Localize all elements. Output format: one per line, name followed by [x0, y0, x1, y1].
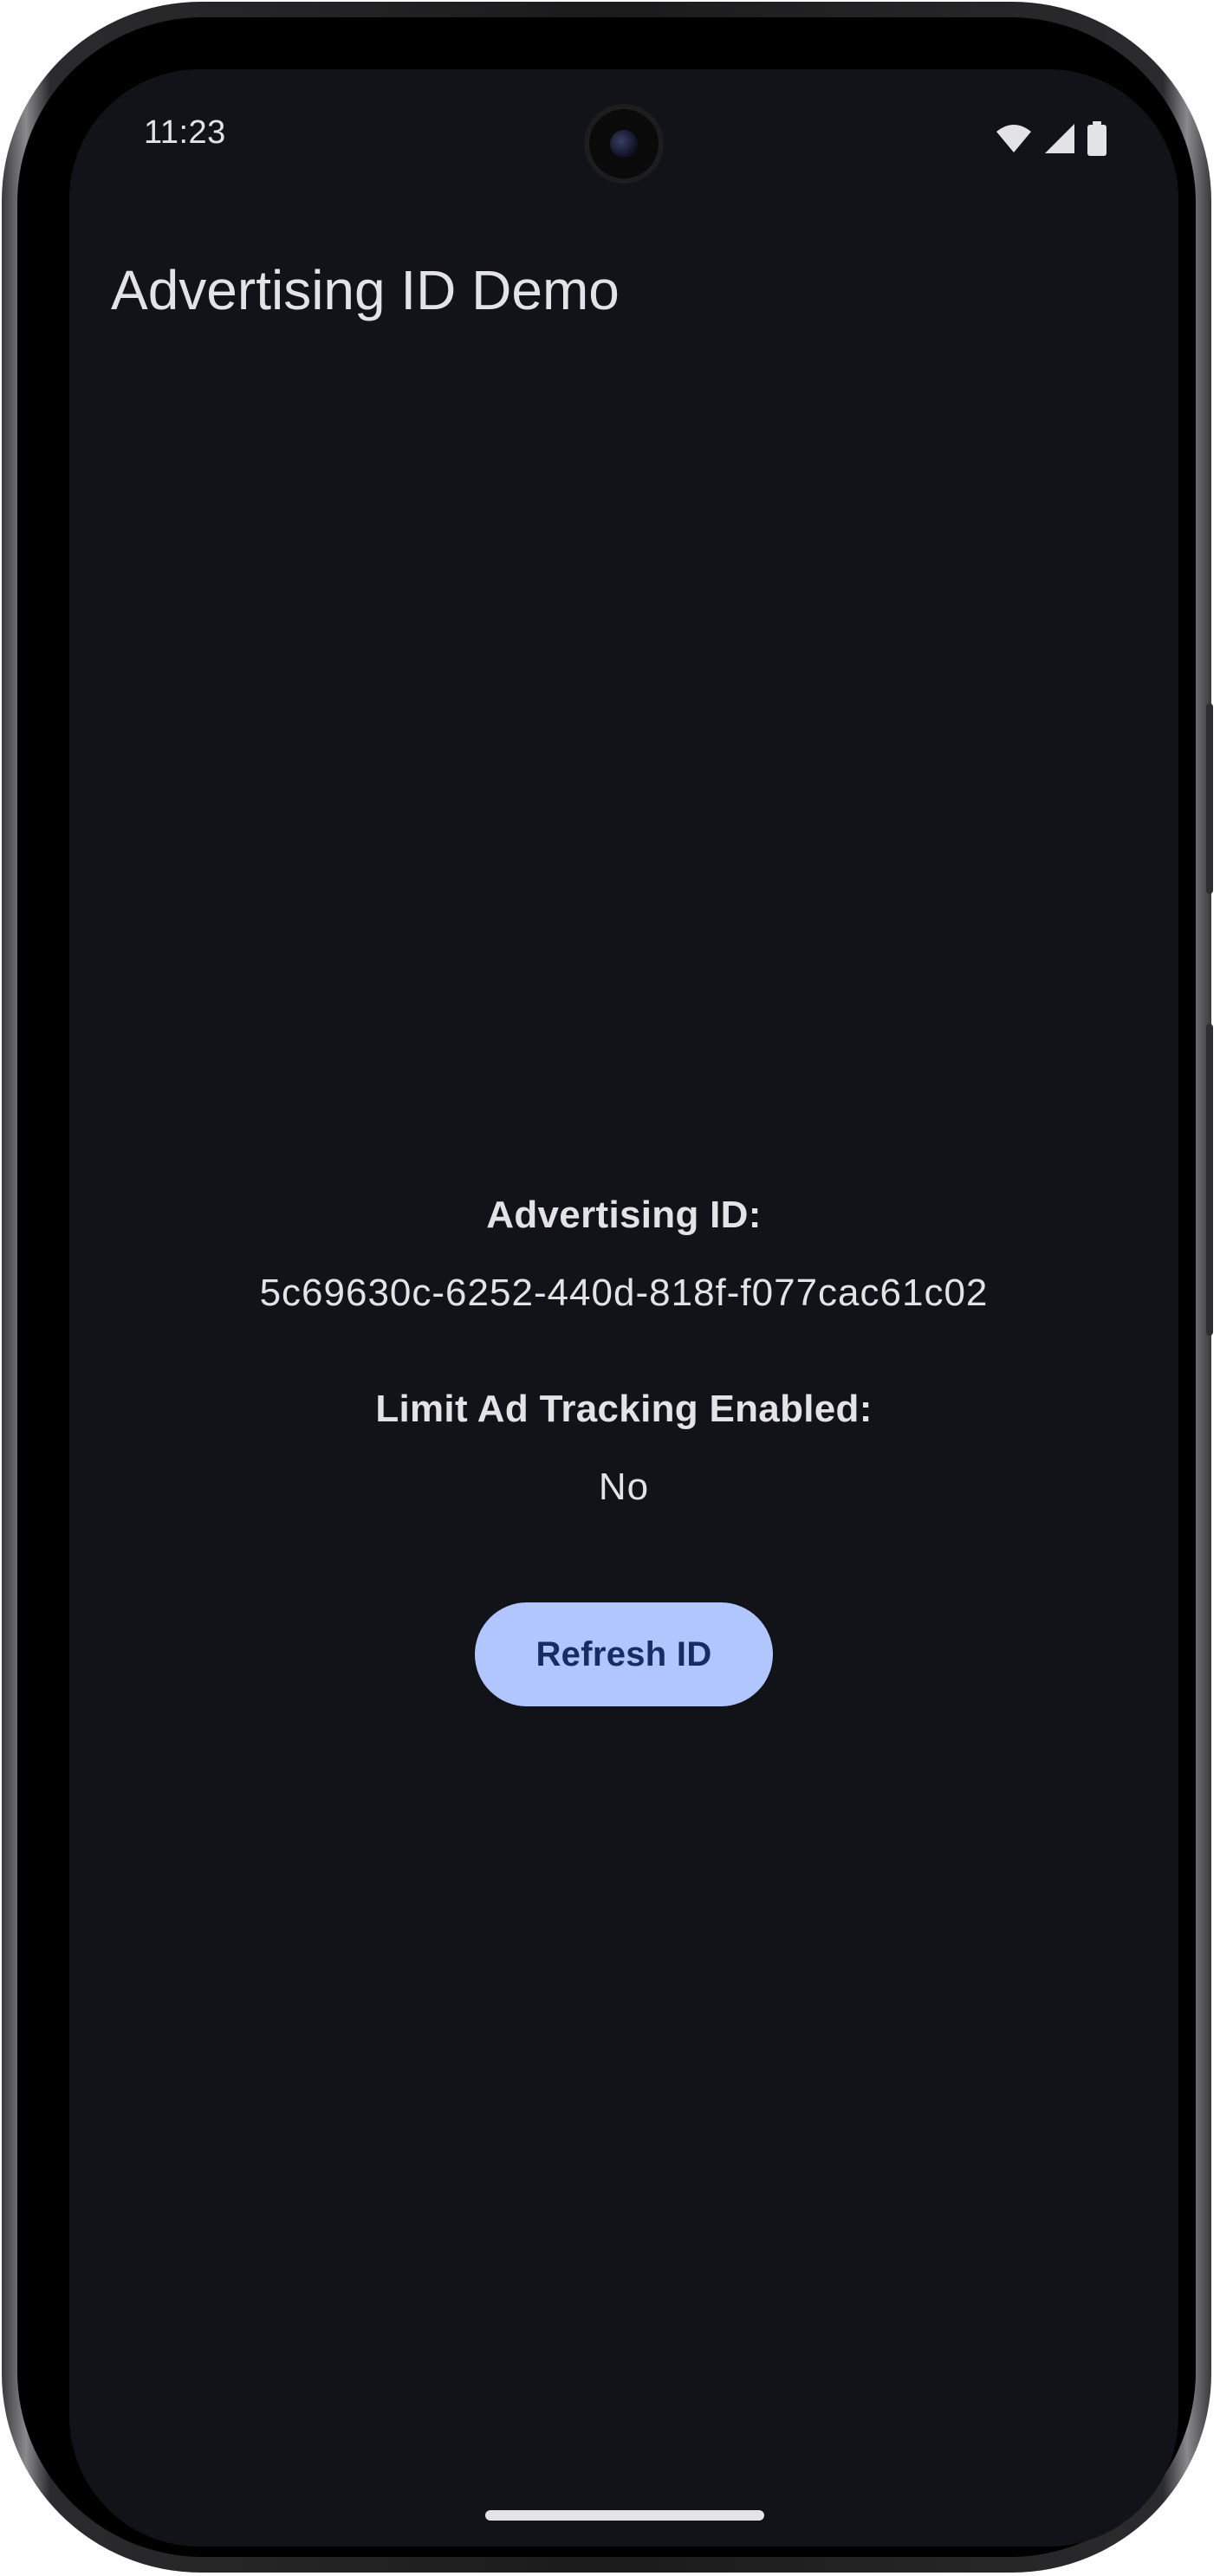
advertising-id-label: Advertising ID:: [486, 1194, 762, 1236]
front-camera: [584, 104, 664, 184]
battery-icon: [1087, 121, 1106, 156]
limit-ad-tracking-value: No: [598, 1466, 650, 1508]
advertising-id-value: 5c69630c-6252-440d-818f-f077cac61c02: [259, 1272, 989, 1314]
wifi-icon: [996, 125, 1031, 152]
power-button: [1206, 1024, 1213, 1336]
status-icons: [995, 121, 1107, 156]
volume-button: [1206, 703, 1213, 894]
phone-frame: 11:23 Advertising ID Demo Advertising ID…: [2, 2, 1213, 2573]
app-title: Advertising ID Demo: [111, 259, 620, 321]
home-indicator[interactable]: [485, 2510, 764, 2521]
cellular-signal-icon: [1045, 124, 1074, 153]
status-time: 11:23: [144, 114, 226, 151]
camera-lens: [610, 130, 638, 158]
limit-ad-tracking-label: Limit Ad Tracking Enabled:: [375, 1388, 873, 1430]
phone-bezel: 11:23 Advertising ID Demo Advertising ID…: [17, 17, 1196, 2557]
refresh-id-button[interactable]: Refresh ID: [475, 1602, 773, 1706]
status-bar: 11:23: [69, 69, 1178, 199]
screen: 11:23 Advertising ID Demo Advertising ID…: [69, 69, 1178, 2547]
